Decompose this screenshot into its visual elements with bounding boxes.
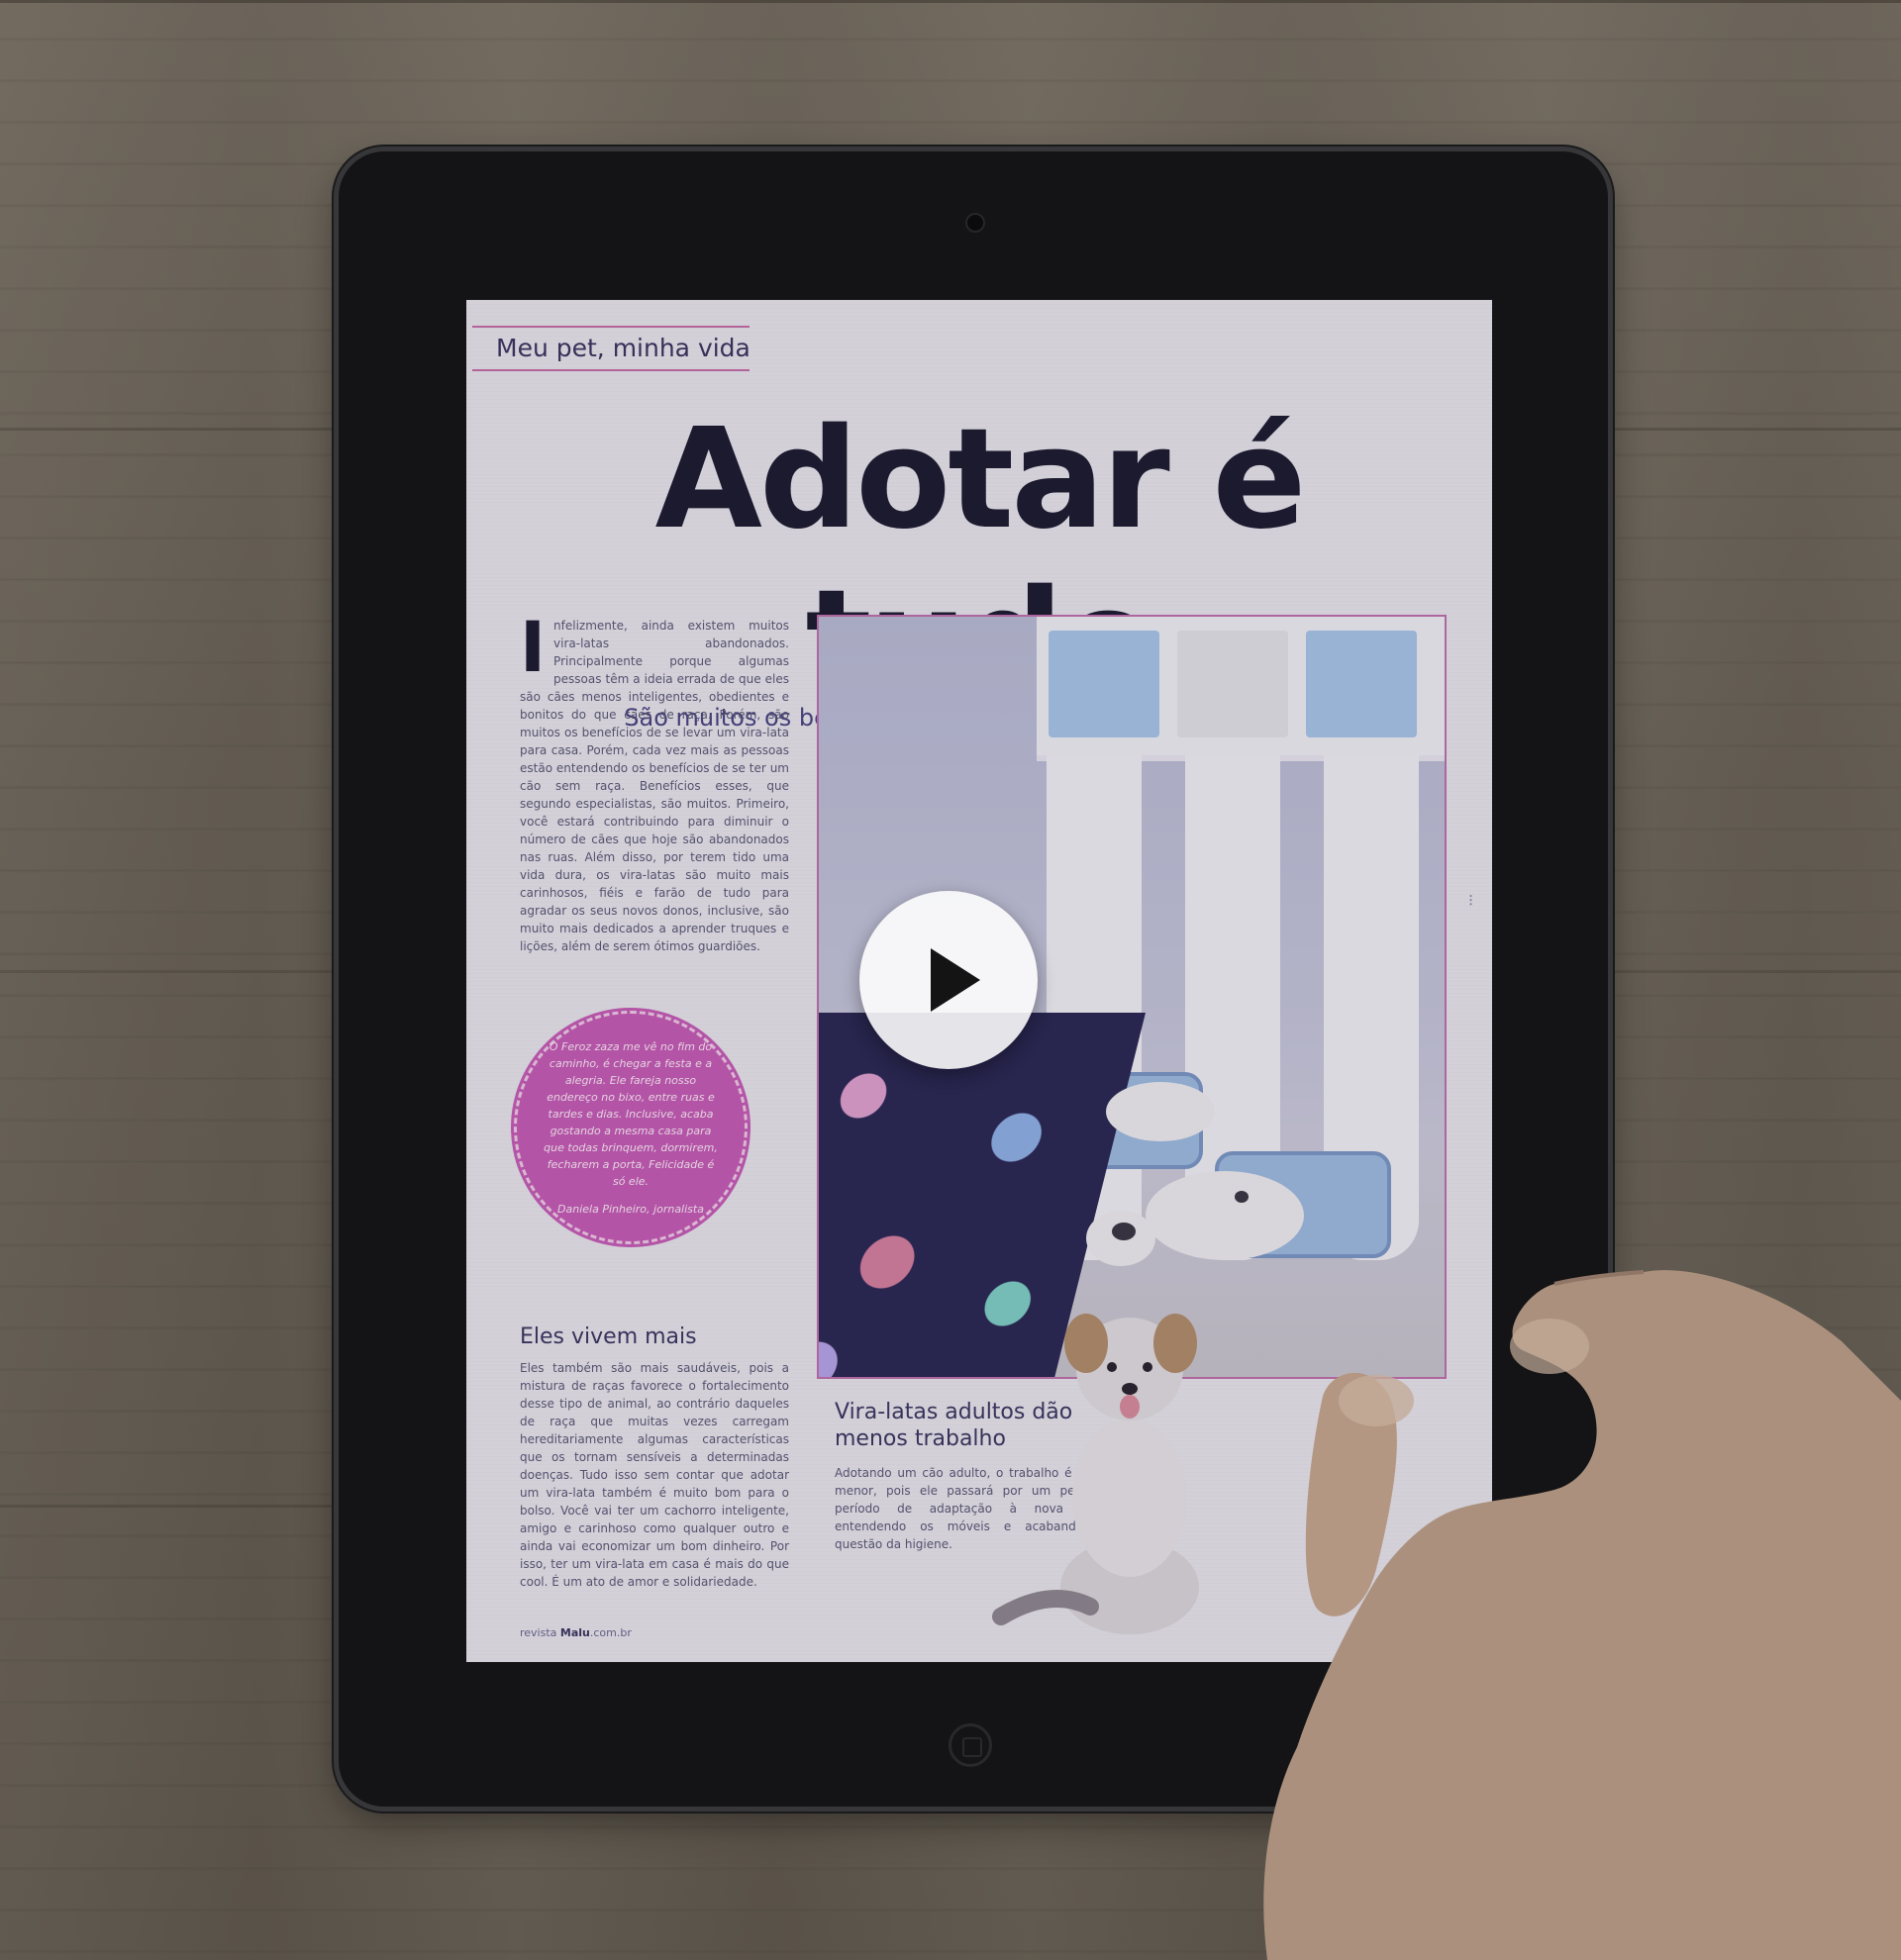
magazine-footer: revista Malu.com.br xyxy=(520,1626,632,1639)
storage-basket xyxy=(1049,631,1159,737)
pull-quote-text: O Feroz zaza me vê no fim do caminho, é … xyxy=(544,1039,718,1188)
hand-tapping-screen xyxy=(1263,1270,1901,1960)
drop-cap: I xyxy=(520,607,547,688)
section-label: Meu pet, minha vida xyxy=(496,334,750,362)
section-body: Eles também são mais saudáveis, pois a m… xyxy=(520,1359,789,1591)
dog-spot xyxy=(1112,1223,1136,1240)
dog-spot xyxy=(1235,1191,1249,1203)
storage-basket xyxy=(1177,631,1288,737)
footer-suffix: .com.br xyxy=(589,1626,632,1639)
storage-basket xyxy=(1306,631,1417,737)
dog xyxy=(1106,1082,1215,1141)
intro-paragraph: Infelizmente, ainda existem muitos vira-… xyxy=(520,607,789,955)
front-camera xyxy=(965,213,985,233)
section-body-text: Eles também são mais saudáveis, pois a m… xyxy=(520,1361,789,1589)
footer-prefix: revista xyxy=(520,1626,557,1639)
pull-quote-badge: O Feroz zaza me vê no fim do caminho, é … xyxy=(514,1011,748,1244)
section-rule xyxy=(472,326,750,328)
home-button[interactable] xyxy=(949,1723,992,1767)
pull-quote-author: Daniela Pinheiro, jornalista xyxy=(557,1202,704,1216)
intro-column: Infelizmente, ainda existem muitos vira-… xyxy=(520,607,789,955)
video-play-button[interactable] xyxy=(859,891,1038,1069)
intro-text: nfelizmente, ainda existem muitos vira-l… xyxy=(520,619,789,953)
section-rule xyxy=(472,369,750,371)
play-icon xyxy=(931,948,980,1012)
section-heading: Eles vivem mais xyxy=(520,1324,697,1349)
photo-credit-mark: ••• xyxy=(1466,894,1474,907)
footer-brand: Malu xyxy=(559,1626,590,1639)
dog xyxy=(1146,1171,1304,1260)
